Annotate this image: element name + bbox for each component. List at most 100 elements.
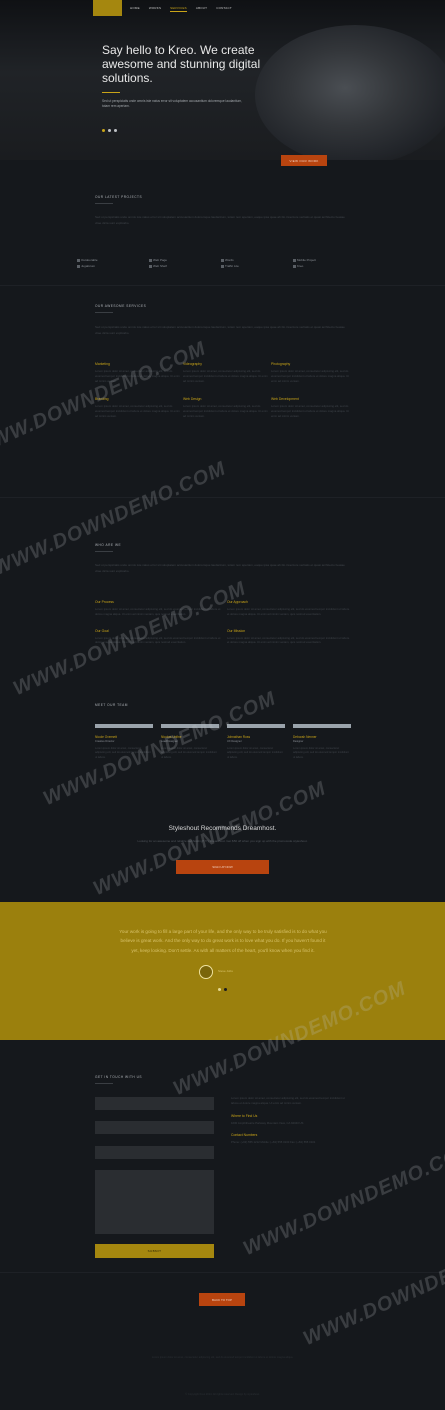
about-item-title: Our Mission [227,628,246,633]
slider-dot[interactable] [218,988,221,991]
project-item[interactable]: Words [221,258,293,262]
about-item: Our Mission Lorem ipsum dolor sit amet, c… [227,629,350,646]
hero-section: Say hello to Kreo. We create awesome and… [0,0,445,160]
projects-intro: Sed ut perspiciatis unde omnis iste natu… [95,215,345,225]
thumbnail-icon [221,258,224,262]
promo-signup-button[interactable]: SIGN UP NOW [176,860,269,874]
service-item: Photography Lorem ipsum dolor sit amet, c… [271,362,351,383]
contact-info: Lorem ipsum dolor sit amet, consectetur … [231,1096,351,1153]
projects-divider [95,203,113,204]
team-title: MEET OUR TEAM [95,703,128,707]
testimonial-avatar [199,965,213,979]
about-item-text: Lorem ipsum dolor sit amet, consectetur … [227,607,350,616]
project-label: Words [225,258,234,262]
about-item: Our Approach Lorem ipsum dolor sit amet, … [227,600,350,617]
project-label: Jugaforum [81,264,96,268]
phone-title: Contact Numbers [231,1133,258,1138]
about-title: WHO ARE WE [95,543,122,547]
thumbnail-icon [149,258,152,262]
message-field[interactable] [95,1170,214,1234]
thumbnail-icon [293,258,296,262]
hero-slider-dots [102,129,117,132]
member-name: Nicole Overnett [95,735,117,739]
section-divider [0,1272,445,1273]
service-title: Photography [271,362,291,366]
hero-headline: Say hello to Kreo. We create awesome and… [102,43,261,85]
hero-divider [102,92,120,93]
team-member: Johnathan Ross UX Designer Lorem ipsum dol… [227,724,285,760]
member-role: Designer [293,740,304,743]
service-text: Lorem ipsum dolor sit amet, consectetur … [183,369,268,383]
about-item-text: Lorem ipsum dolor sit amet, consectetur … [227,635,350,645]
project-filters: Outdoorable Web Page Words Mobile Projec… [77,258,365,268]
testimonial-slider-dots [218,988,227,991]
services-intro: Sed ut perspiciatis unde omnis iste natu… [95,325,345,335]
service-title: Web Design [183,397,202,402]
about-intro: Sed ut perspiciatis unde omnis iste natu… [95,563,345,573]
member-bio: Lorem ipsum dolor sit amet, consectetur … [227,747,283,759]
service-item: Web Development Lorem ipsum dolor sit ame… [271,397,351,418]
project-item[interactable]: Kreo [293,264,365,268]
thumbnail-icon [293,264,296,268]
name-field[interactable] [95,1097,214,1110]
project-label: Kreo [297,264,304,268]
where-title: Where to Find Us [231,1113,258,1118]
slider-dot[interactable] [108,129,111,132]
member-photo [293,724,351,728]
project-item[interactable]: Traffic Lite [221,264,293,268]
member-name: Deborah Nenner [293,735,317,739]
nav-link-contact[interactable]: CONTACT [216,6,232,12]
logo[interactable] [93,0,122,16]
service-title: Web Development [271,397,299,402]
hero-cta-button[interactable]: VIEW OUR WORK [281,155,327,166]
project-item[interactable]: Web Shelf [149,264,221,268]
project-item[interactable]: Jugaforum [77,264,149,268]
watermark-text: WWW.DOWNDEMO.COM [300,1227,445,1351]
watermark-text: WWW.DOWNDEMO.COM [240,1137,445,1261]
service-item: Web Design Lorem ipsum dolor sit amet, co… [183,397,271,418]
top-nav: HOME WORKS SERVICES ABOUT CONTACT [0,0,445,16]
submit-button[interactable]: SUBMIT [95,1244,214,1258]
testimonial-author: Steve Jobs [218,969,233,973]
slider-dot[interactable] [102,129,105,132]
address-text: 1600 Amphitheatre Parkway Mountain View,… [231,1120,304,1125]
project-label: Mobile Project [297,258,317,262]
footer-text: Lorem ipsum dolor sit amet, consectetur … [151,1356,294,1359]
member-role: UX Designer [227,740,242,743]
member-name: Johnathan Ross [227,735,251,739]
service-text: Lorem ipsum dolor sit amet, consectetur … [95,404,180,418]
service-item: Videography Lorem ipsum dolor sit amet, c… [183,362,271,383]
service-text: Lorem ipsum dolor sit amet, consectetur … [271,404,349,418]
project-item[interactable]: Web Page [149,258,221,262]
slider-dot[interactable] [114,129,117,132]
nav-link-services[interactable]: SERVICES [170,6,187,12]
project-label: Outdoorable [81,258,98,262]
project-item[interactable]: Outdoorable [77,258,149,262]
email-field[interactable] [95,1121,214,1134]
service-text: Lorem ipsum dolor sit amet, consectetur … [183,404,268,418]
subject-field[interactable] [95,1146,214,1159]
section-divider [0,285,445,286]
testimonial-quote: Your work is going to fill a large part … [119,929,327,953]
project-label: Traffic Lite [225,264,239,268]
slider-dot[interactable] [224,988,227,991]
nav-link-home[interactable]: HOME [130,6,140,12]
section-divider [0,497,445,498]
thumbnail-icon [77,264,80,268]
thumbnail-icon [149,264,152,268]
nav-links: HOME WORKS SERVICES ABOUT CONTACT [130,6,232,12]
nav-link-works[interactable]: WORKS [149,6,161,12]
back-to-top-button[interactable]: BACK TO TOP [199,1293,245,1306]
services-title: OUR AWESOME SERVICES [95,304,147,308]
contact-info-text: Lorem ipsum dolor sit amet, consectetur … [231,1096,345,1105]
phone-text: Phone: (+63) 555 1212 Mobile: (+63) 555 … [231,1140,316,1145]
service-text: Lorem ipsum dolor sit amet, consectetur … [271,369,349,383]
team-member: Deborah Nenner Designer Lorem ipsum dolor … [293,724,351,760]
services-divider [95,312,113,313]
contact-title: GET IN TOUCH WITH US [95,1075,143,1079]
contact-divider [95,1083,113,1084]
project-label: Web Page [153,258,167,262]
project-item[interactable]: Mobile Project [293,258,365,262]
nav-link-about[interactable]: ABOUT [196,6,207,12]
thumbnail-icon [221,264,224,268]
